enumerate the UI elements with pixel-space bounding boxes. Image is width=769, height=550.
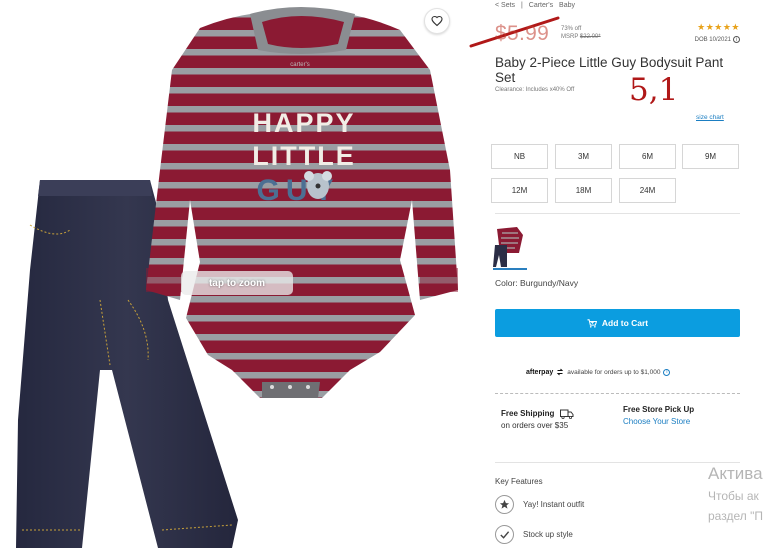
wishlist-button[interactable]	[424, 8, 450, 34]
print-line-1: HAPPY	[252, 108, 355, 138]
msrp-value: $22.00*	[579, 34, 601, 40]
free-shipping-detail: on orders over $35	[501, 421, 569, 430]
afterpay-banner[interactable]: afterpay available for orders up to $1,0…	[526, 368, 671, 376]
rating-block[interactable]: ★★★★★ DOB 10/2021 i	[695, 22, 740, 43]
size-option-24m[interactable]: 24M	[619, 178, 676, 203]
breadcrumb-separator: |	[521, 2, 523, 9]
dob-text: DOB 10/2021	[694, 36, 731, 43]
afterpay-logo: afterpay	[526, 368, 554, 376]
free-shipping-info: Free Shipping on orders over $35	[501, 408, 574, 432]
size-option-12m[interactable]: 12M	[491, 178, 548, 203]
feature-item: Stock up style	[495, 525, 573, 544]
percent-off: 73% off	[561, 26, 582, 32]
size-option-18m[interactable]: 18M	[555, 178, 612, 203]
heart-icon	[431, 15, 443, 27]
free-shipping-title: Free Shipping	[501, 409, 555, 418]
store-pickup-title: Free Store Pick Up	[623, 405, 695, 414]
sale-price: $5.99	[495, 22, 550, 45]
print-line-2: LITTLE	[252, 141, 355, 171]
product-title: Baby 2-Piece Little Guy Bodysuit Pant Se…	[495, 55, 724, 85]
breadcrumb-baby[interactable]: Baby	[559, 2, 575, 9]
feature-label: Yay! Instant outfit	[523, 500, 585, 509]
size-option-9m[interactable]: 9M	[682, 144, 739, 169]
checkmark-badge-icon	[495, 525, 514, 544]
bodysuit: carter's HAPPY LITTLE GUY	[146, 7, 458, 398]
msrp-label: MSRP	[561, 34, 579, 40]
afterpay-text: available for orders up to $1,000	[567, 368, 661, 376]
breadcrumb: < Sets | Carter's Baby	[495, 2, 579, 9]
star-rating[interactable]: ★★★★★	[695, 22, 740, 33]
divider	[495, 462, 740, 463]
truck-icon	[559, 409, 574, 419]
divider	[495, 213, 740, 214]
add-to-cart-label: Add to Cart	[601, 318, 649, 328]
dashed-divider	[495, 393, 740, 394]
size-option-3m[interactable]: 3M	[555, 144, 612, 169]
info-icon[interactable]: i	[663, 368, 671, 376]
color-swatch-burgundy-navy[interactable]	[493, 223, 527, 269]
afterpay-arrows-icon	[557, 368, 564, 376]
key-features-heading: Key Features	[495, 477, 543, 486]
clearance-note: Clearance: Includes x40% Off	[495, 87, 575, 93]
msrp: MSRP $22.00*	[561, 34, 601, 40]
breadcrumb-carters[interactable]: Carter's	[529, 2, 553, 9]
size-chart-link[interactable]: size chart	[696, 114, 724, 121]
swatch-selected-indicator	[493, 268, 527, 270]
add-to-cart-button[interactable]: Add to Cart	[495, 309, 740, 337]
collar-tag: carter's	[290, 62, 309, 68]
size-option-6m[interactable]: 6M	[619, 144, 676, 169]
breadcrumb-sets[interactable]: < Sets	[495, 2, 515, 9]
cart-icon	[587, 318, 597, 328]
star-badge-icon	[495, 495, 514, 514]
tap-to-zoom-button[interactable]: tap to zoom	[181, 271, 293, 295]
store-pickup-info: Free Store Pick Up Choose Your Store	[623, 404, 694, 428]
size-option-nb[interactable]: NB	[491, 144, 548, 169]
product-image-area[interactable]: carter's HAPPY LITTLE GUY tap to zoom	[0, 0, 466, 550]
product-details-panel: < Sets | Carter's Baby $5.99 73% off MSR…	[486, 0, 769, 550]
choose-store-link[interactable]: Choose Your Store	[623, 416, 694, 428]
color-label: Color: Burgundy/Navy	[495, 278, 579, 288]
feature-label: Stock up style	[523, 530, 573, 539]
info-icon[interactable]: i	[733, 36, 740, 43]
handwritten-annotation: 5,1	[629, 72, 679, 108]
date-of-birth: DOB 10/2021 i	[695, 36, 740, 43]
feature-item: Yay! Instant outfit	[495, 495, 584, 514]
